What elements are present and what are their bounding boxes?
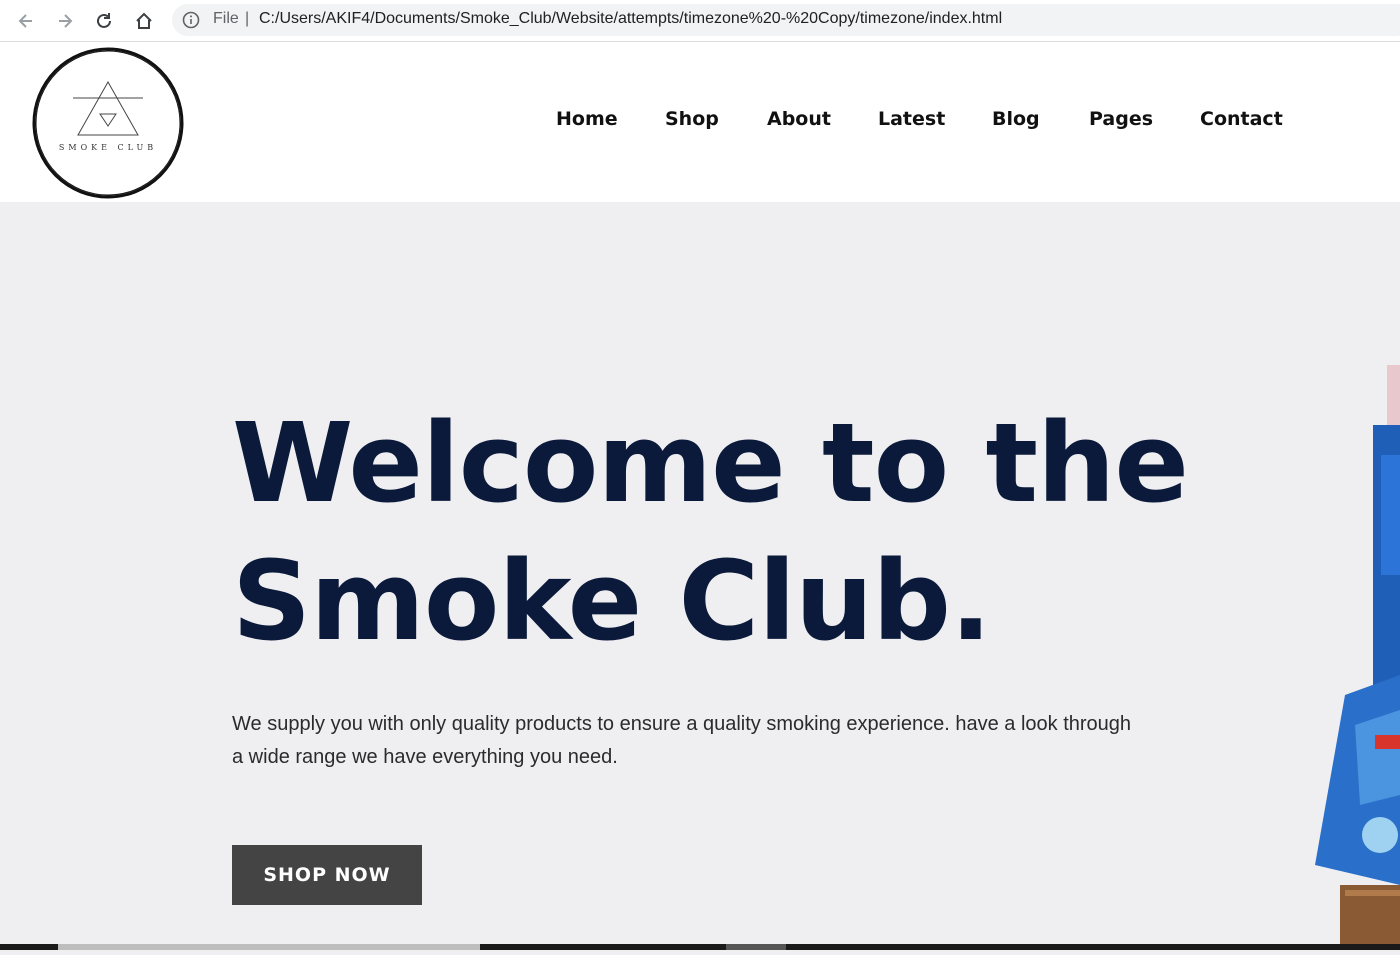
home-icon[interactable] [131, 8, 157, 34]
hero-description: We supply you with only quality products… [232, 713, 1132, 768]
hero-title-line1: Welcome to the [232, 399, 1189, 527]
nav-contact[interactable]: Contact [1200, 108, 1283, 130]
hero-title-line2: Smoke Club. [232, 537, 992, 665]
file-scheme-label: File [213, 10, 239, 27]
nav-blog[interactable]: Blog [992, 108, 1040, 130]
nav-latest[interactable]: Latest [878, 108, 945, 130]
logo-text: SMOKE CLUB [58, 143, 158, 152]
product-image [1305, 365, 1400, 950]
nav-pages[interactable]: Pages [1089, 108, 1153, 130]
address-bar[interactable]: File | C:/Users/AKIF4/Documents/Smoke_Cl… [172, 4, 1400, 36]
info-icon[interactable] [182, 11, 200, 29]
forward-arrow-icon[interactable] [52, 8, 78, 34]
nav-about[interactable]: About [767, 108, 831, 130]
address-separator: | [245, 10, 250, 27]
nav-shop[interactable]: Shop [665, 108, 719, 130]
logo-emblem-icon [32, 47, 184, 199]
shop-now-button[interactable]: SHOP NOW [232, 845, 422, 905]
url-text[interactable]: C:/Users/AKIF4/Documents/Smoke_Club/Webs… [259, 10, 1002, 28]
bottom-strip [0, 944, 1400, 950]
site-header: SMOKE CLUB Home Shop About Latest Blog P… [0, 42, 1400, 202]
hero-title: Welcome to the Smoke Club. [232, 394, 1232, 670]
nav-home[interactable]: Home [556, 108, 618, 130]
reload-icon[interactable] [91, 8, 117, 34]
browser-toolbar: File | C:/Users/AKIF4/Documents/Smoke_Cl… [0, 0, 1400, 42]
site-logo[interactable]: SMOKE CLUB [28, 44, 188, 200]
back-arrow-icon[interactable] [13, 8, 39, 34]
